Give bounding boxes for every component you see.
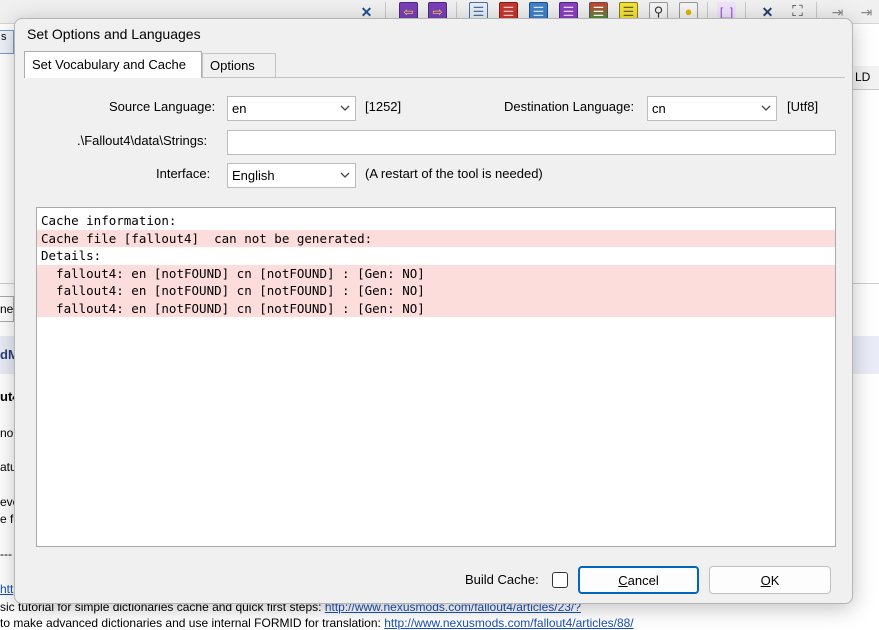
cache-error-line: fallout4: en [notFOUND] cn [notFOUND] : … [37, 264, 835, 282]
cache-error-line: fallout4: en [notFOUND] cn [notFOUND] : … [37, 299, 835, 317]
source-language-label: Source Language: [109, 99, 216, 114]
chevron-down-icon [340, 105, 350, 111]
background-link[interactable]: htt [0, 582, 13, 596]
tab-panel: Source Language: en [1252] Destination L… [24, 77, 845, 553]
build-cache-label: Build Cache: [465, 572, 539, 587]
cancel-label: ancel [627, 573, 659, 588]
options-dialog: Set Options and Languages Set Vocabulary… [14, 18, 853, 604]
chevron-down-icon [340, 172, 350, 178]
cancel-hotkey: C [618, 573, 628, 588]
ok-hotkey: O [760, 573, 771, 588]
destination-codepage: [Utf8] [787, 99, 819, 114]
ok-label: K [770, 573, 780, 588]
ok-button[interactable]: OK [709, 566, 831, 594]
background-text-line: to make advanced dictionaries and use in… [0, 616, 634, 630]
strings-path-label: .\Fallout4\data\Strings: [77, 133, 208, 148]
dialog-title: Set Options and Languages [27, 26, 201, 42]
cache-info-box[interactable]: Cache information: Cache file [fallout4]… [36, 207, 836, 547]
background-button[interactable]: s [0, 30, 14, 54]
cache-line: Details: [41, 248, 102, 263]
strings-path-input[interactable] [227, 130, 836, 155]
cache-error-line: fallout4: en [notFOUND] cn [notFOUND] : … [37, 282, 835, 300]
source-language-select[interactable]: en [227, 96, 356, 121]
build-cache-checkbox[interactable] [552, 572, 568, 588]
background-link[interactable]: http://www.nexusmods.com/fallout4/articl… [384, 616, 633, 630]
interface-label: Interface: [156, 166, 211, 181]
background-text-prefix: to make advanced dictionaries and use in… [0, 616, 385, 630]
tab-vocabulary-cache[interactable]: Set Vocabulary and Cache [24, 51, 202, 78]
cancel-button[interactable]: Cancel [578, 566, 699, 594]
destination-language-select[interactable]: cn [647, 96, 777, 121]
background-text-line: --- [0, 547, 12, 561]
source-language-value: en [232, 101, 247, 116]
destination-language-value: cn [652, 101, 666, 116]
chevron-down-icon [761, 105, 771, 111]
background-column-header: LD [852, 66, 879, 90]
destination-language-label: Destination Language: [504, 99, 635, 114]
cache-line: Cache information: [41, 213, 177, 228]
source-codepage: [1252] [365, 99, 402, 114]
interface-select[interactable]: English [227, 163, 356, 188]
exit-icon[interactable]: ⇥ [857, 2, 876, 21]
interface-value: English [232, 168, 275, 183]
interface-restart-note: (A restart of the tool is needed) [365, 166, 543, 181]
cache-error-line: Cache file [fallout4] can not be generat… [37, 229, 835, 247]
tab-options[interactable]: Options [202, 53, 276, 77]
background-tab[interactable]: ne [0, 296, 14, 322]
